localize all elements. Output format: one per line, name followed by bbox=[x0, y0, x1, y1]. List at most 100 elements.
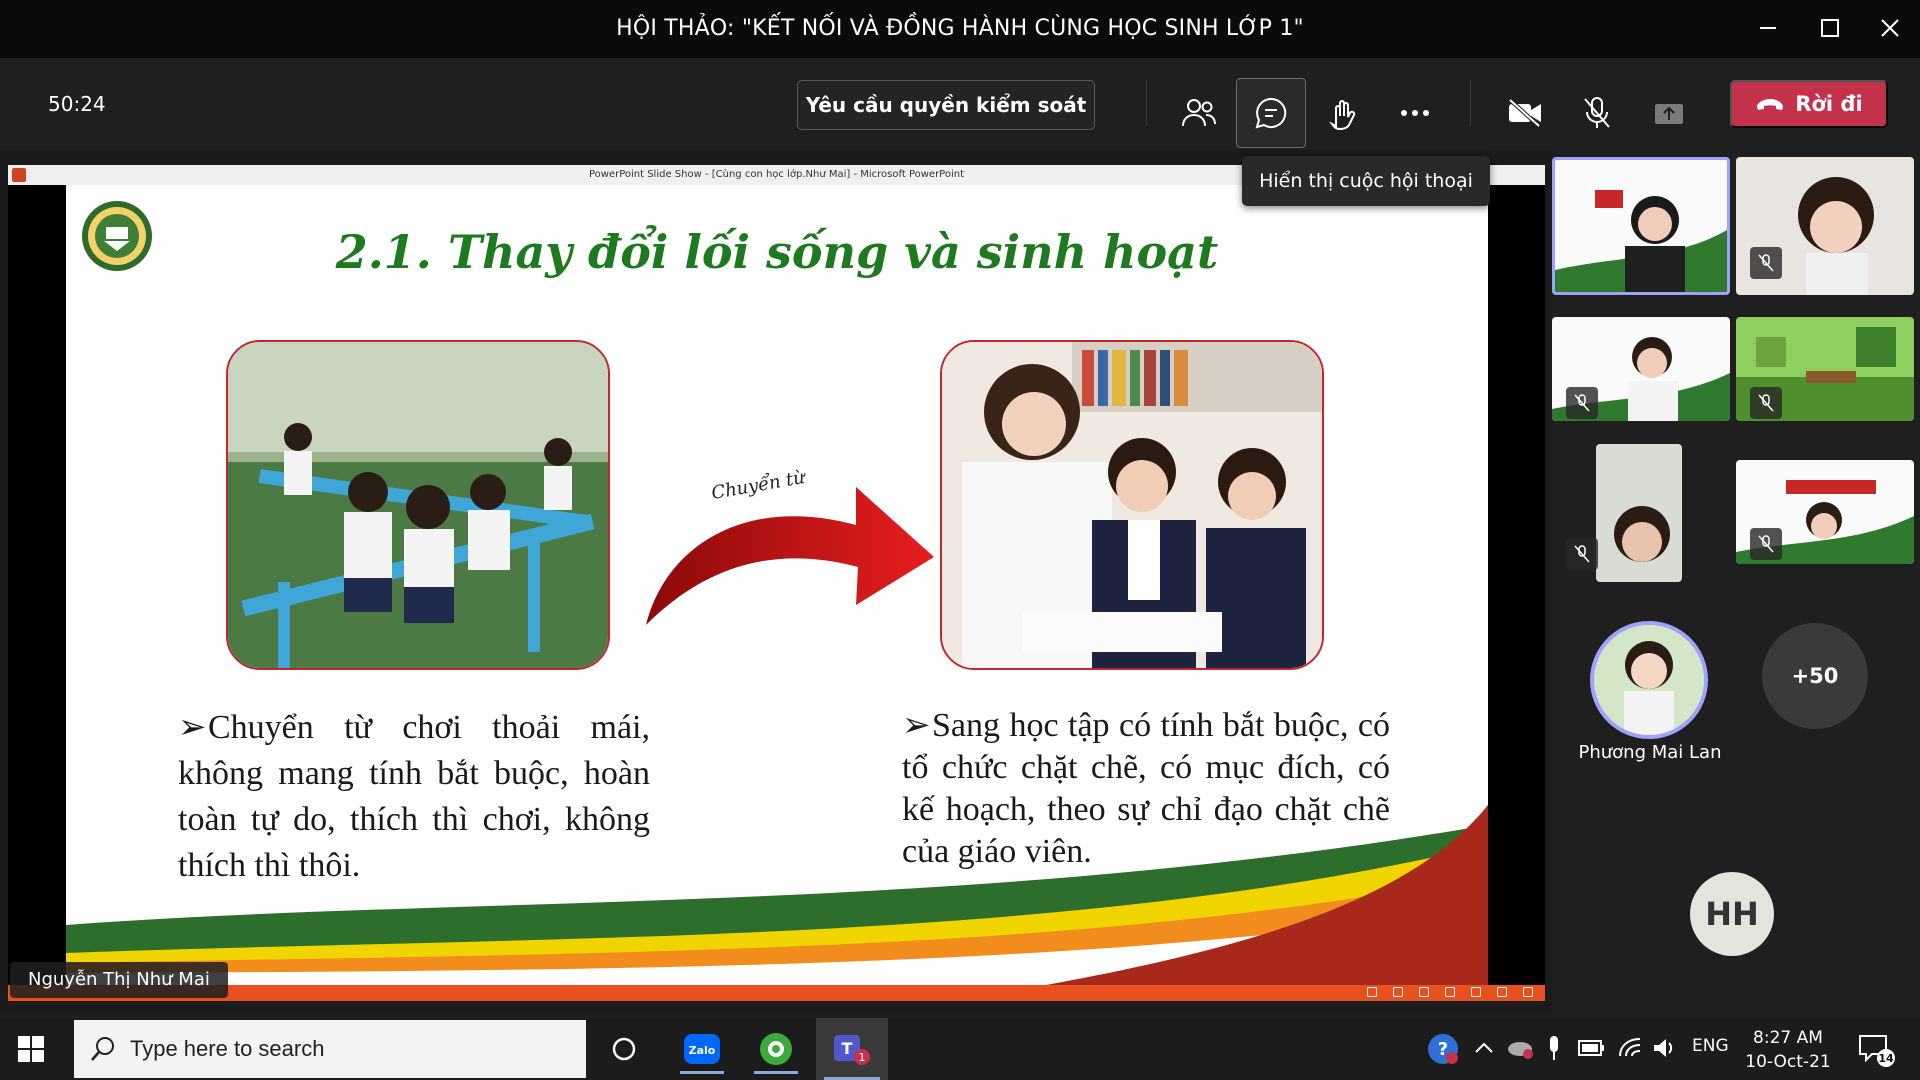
windows-start-icon[interactable] bbox=[18, 1036, 44, 1062]
muted-badge bbox=[1566, 387, 1598, 419]
participant-tile[interactable] bbox=[1736, 460, 1914, 564]
onedrive-icon[interactable] bbox=[1506, 1036, 1534, 1060]
phone-hangup-icon bbox=[1757, 99, 1784, 110]
microphone-off-icon bbox=[1574, 394, 1590, 412]
close-button[interactable] bbox=[1870, 10, 1910, 46]
muted-badge bbox=[1750, 387, 1782, 419]
powerpoint-title: PowerPoint Slide Show - [Cùng con học lớ… bbox=[588, 169, 965, 180]
participant-name: Phương Mai Lan bbox=[1578, 742, 1722, 763]
shared-screen: PowerPoint Slide Show - [Cùng con học lớ… bbox=[8, 165, 1545, 1001]
taskbar-app-coccoc[interactable] bbox=[746, 1024, 806, 1074]
clock-time: 8:27 AM bbox=[1753, 1028, 1823, 1048]
volume-icon[interactable] bbox=[1652, 1036, 1678, 1060]
muted-badge bbox=[1750, 528, 1782, 560]
taskbar-clock[interactable]: 8:27 AM 10-Oct-21 bbox=[1740, 1026, 1836, 1074]
input-language[interactable]: ENG bbox=[1692, 1036, 1729, 1056]
avatar-photo bbox=[1594, 625, 1704, 735]
participants-button[interactable] bbox=[1164, 78, 1234, 148]
slideshow-view-icon[interactable] bbox=[1471, 987, 1481, 997]
participant-tile[interactable] bbox=[1596, 444, 1682, 582]
svg-text:14: 14 bbox=[1878, 1052, 1894, 1065]
close-icon bbox=[1881, 19, 1899, 37]
slide-footer-waves bbox=[66, 805, 1488, 985]
slideshow-menu-icon[interactable] bbox=[1419, 987, 1429, 997]
participant-video bbox=[1555, 160, 1727, 292]
people-icon bbox=[1182, 99, 1216, 127]
leave-button[interactable]: Rời đi bbox=[1730, 80, 1888, 128]
chat-icon bbox=[1255, 97, 1287, 129]
camera-button[interactable] bbox=[1490, 78, 1560, 148]
slide-title: 2.1. Thay đổi lối sống và sinh hoạt bbox=[335, 225, 1219, 279]
title-bar: HỘI THẢO: "KẾT NỐI VÀ ĐỒNG HÀNH CÙNG HỌC… bbox=[0, 0, 1920, 58]
wifi-icon[interactable] bbox=[1618, 1036, 1644, 1060]
help-icon[interactable]: ? bbox=[1426, 1032, 1460, 1066]
microphone-off-icon bbox=[1758, 535, 1774, 553]
slide: 2.1. Thay đổi lối sống và sinh hoạt Chuy… bbox=[66, 185, 1488, 985]
chevron-up-icon[interactable] bbox=[1474, 1040, 1494, 1054]
participant-video bbox=[1596, 444, 1682, 582]
participant-tile[interactable] bbox=[1736, 157, 1914, 295]
more-icon bbox=[1401, 110, 1429, 116]
microphone-off-icon bbox=[1574, 545, 1590, 563]
task-view-button[interactable] bbox=[594, 1024, 654, 1074]
arrow-bullet-icon: ➢ bbox=[902, 707, 931, 744]
meeting-timer: 50:24 bbox=[48, 92, 106, 116]
participant-tile[interactable] bbox=[1736, 317, 1914, 421]
photo-children-playing bbox=[226, 340, 610, 670]
windows-taskbar: Type here to search Zalo T1 ? ENG 8:27 A… bbox=[0, 1018, 1920, 1080]
raise-hand-button[interactable] bbox=[1308, 78, 1378, 148]
hand-icon bbox=[1329, 100, 1356, 130]
pen-tablet-icon[interactable] bbox=[1546, 1034, 1562, 1062]
camera-off-icon bbox=[1508, 98, 1541, 128]
participant-tile[interactable] bbox=[1552, 157, 1730, 295]
notification-center-button[interactable]: 14 bbox=[1856, 1032, 1896, 1068]
microphone-button[interactable] bbox=[1562, 78, 1632, 148]
svg-text:Zalo: Zalo bbox=[689, 1044, 716, 1057]
leave-label: Rời đi bbox=[1795, 92, 1863, 116]
powerpoint-icon bbox=[12, 168, 26, 182]
microphone-off-icon bbox=[1758, 254, 1774, 272]
muted-badge bbox=[1750, 247, 1782, 279]
slideshow-next-icon[interactable] bbox=[1445, 987, 1455, 997]
battery-icon[interactable] bbox=[1578, 1038, 1606, 1058]
toolbar-divider bbox=[1470, 80, 1471, 126]
slideshow-prev-icon[interactable] bbox=[1367, 987, 1377, 997]
svg-text:T: T bbox=[842, 1039, 853, 1058]
minimize-button[interactable] bbox=[1748, 10, 1788, 46]
share-button[interactable] bbox=[1634, 78, 1704, 148]
children-playing-image bbox=[228, 342, 608, 668]
arrow-bullet-icon: ➢ bbox=[178, 709, 207, 746]
children-studying-image bbox=[942, 342, 1322, 668]
notification-icon: 14 bbox=[1859, 1035, 1895, 1067]
maximize-button[interactable] bbox=[1810, 10, 1850, 46]
taskbar-search-box[interactable]: Type here to search bbox=[74, 1020, 586, 1078]
search-icon bbox=[91, 1037, 114, 1061]
participant-initials-avatar[interactable]: HH bbox=[1690, 872, 1774, 956]
slideshow-grid-icon[interactable] bbox=[1497, 987, 1507, 997]
more-actions-button[interactable] bbox=[1380, 78, 1450, 148]
teams-icon: T1 bbox=[834, 1035, 870, 1065]
participant-avatar[interactable] bbox=[1590, 621, 1708, 739]
muted-badge bbox=[1566, 538, 1598, 570]
meeting-toolbar: 50:24 Yêu cầu quyền kiểm soát Rời đi bbox=[0, 58, 1920, 150]
chat-button[interactable] bbox=[1236, 78, 1306, 148]
participant-tile[interactable] bbox=[1552, 317, 1730, 421]
share-tray-icon bbox=[1655, 104, 1683, 124]
microphone-off-icon bbox=[1758, 394, 1774, 412]
search-placeholder: Type here to search bbox=[130, 1036, 325, 1061]
toolbar-divider bbox=[1146, 80, 1147, 126]
cortana-icon bbox=[612, 1037, 636, 1061]
presenter-name-tag: Nguyễn Thị Như Mai bbox=[10, 962, 228, 998]
slideshow-pen-icon[interactable] bbox=[1393, 987, 1403, 997]
microphone-off-icon bbox=[1584, 97, 1610, 128]
svg-text:1: 1 bbox=[859, 1051, 866, 1064]
request-control-button[interactable]: Yêu cầu quyền kiểm soát bbox=[797, 80, 1095, 130]
more-participants-button[interactable]: +50 bbox=[1762, 623, 1868, 729]
chat-tooltip: Hiển thị cuộc hội thoại bbox=[1242, 156, 1490, 206]
taskbar-app-zalo[interactable]: Zalo bbox=[672, 1024, 732, 1074]
slideshow-zoom-icon[interactable] bbox=[1523, 987, 1533, 997]
maximize-icon bbox=[1821, 19, 1839, 37]
slideshow-controls bbox=[8, 985, 1545, 1001]
taskbar-app-teams[interactable]: T1 bbox=[816, 1018, 888, 1080]
clock-date: 10-Oct-21 bbox=[1745, 1052, 1831, 1072]
